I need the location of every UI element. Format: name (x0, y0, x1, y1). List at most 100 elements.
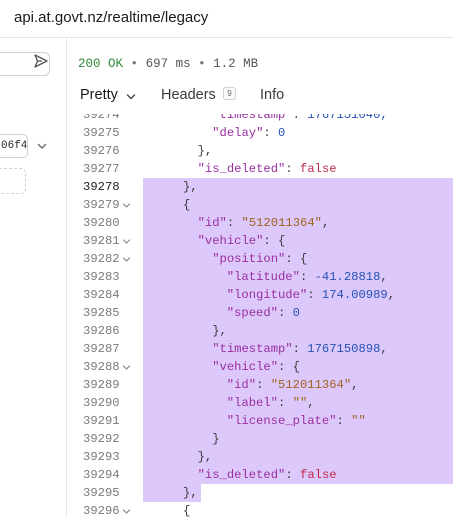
json-punctuation: , (380, 342, 388, 356)
chevron-down-icon[interactable] (126, 92, 136, 102)
fold-chevron-icon[interactable] (122, 507, 131, 516)
send-arrow-icon[interactable] (33, 53, 49, 69)
code-line[interactable]: 39289 "id": "512011364", (67, 376, 453, 394)
code-line[interactable]: 39278}, (67, 178, 453, 196)
code-text: "license_plate": "" (227, 412, 366, 430)
tab-info[interactable]: Info (260, 87, 284, 103)
code-line[interactable]: 39290 "label": "", (67, 394, 453, 412)
json-string: "" (292, 396, 308, 410)
status-code: 200 OK (78, 57, 124, 71)
code-line[interactable]: 39288 "vehicle": { (67, 358, 453, 376)
request-url[interactable]: api.at.govt.nz/realtime/legacy (14, 9, 208, 26)
line-number: 39278 (83, 180, 120, 194)
json-punctuation: : (299, 270, 315, 284)
json-punctuation: : (307, 288, 322, 302)
line-number: 39276 (83, 144, 120, 158)
json-number: 1767150898 (307, 342, 381, 356)
selection-highlight (143, 232, 453, 250)
code-line[interactable]: 39276}, (67, 142, 453, 160)
line-number: 39296 (83, 504, 120, 518)
code-line[interactable]: 39282 "position": { (67, 250, 453, 268)
json-punctuation: , (307, 396, 315, 410)
code-text: "timestamp": 1767150898, (212, 340, 388, 358)
code-line[interactable]: 39295}, (67, 484, 453, 502)
json-punctuation: : (336, 414, 352, 428)
json-key: "speed" (226, 306, 278, 320)
fold-chevron-icon[interactable] (122, 237, 131, 246)
json-key: "delay" (212, 126, 264, 140)
response-body[interactable]: 39274 "timestamp": 1767151040, 39275 "delay… (67, 114, 453, 518)
json-punctuation: : (285, 162, 300, 176)
code-line[interactable]: 39284 "longitude": 174.00989, (67, 286, 453, 304)
code-line[interactable]: 39277 "is_deleted": false (67, 160, 453, 178)
json-key: "position" (212, 252, 286, 266)
json-punctuation: : { (285, 252, 308, 266)
code-line[interactable]: 39283 "latitude": -41.28818, (67, 268, 453, 286)
code-line[interactable]: 39293}, (67, 448, 453, 466)
code-text: "is_deleted": false (198, 466, 337, 484)
tab-pretty[interactable]: Pretty (80, 87, 118, 103)
status-separator: • (130, 57, 139, 71)
code-line[interactable]: 39285 "speed": 0 (67, 304, 453, 322)
code-line[interactable]: 39275 "delay": 0 (67, 124, 453, 142)
code-text: } (212, 430, 219, 448)
fold-chevron-icon[interactable] (122, 363, 131, 372)
json-punctuation: , (380, 270, 388, 284)
code-text: "delay": 0 (212, 124, 285, 142)
code-line[interactable]: 39281 "vehicle": { (67, 232, 453, 250)
fold-chevron-icon[interactable] (122, 201, 131, 210)
code-line[interactable]: 39292} (67, 430, 453, 448)
line-number: 39286 (83, 324, 120, 338)
code-text: "longitude": 174.00989, (227, 286, 395, 304)
line-number: 39290 (83, 396, 120, 410)
code-line[interactable]: 39286}, (67, 322, 453, 340)
line-number: 39281 (83, 234, 120, 248)
json-punctuation: }, (183, 180, 198, 194)
line-number: 39287 (83, 342, 120, 356)
json-number: 174.00989 (321, 288, 388, 302)
headers-count-badge: 9 (223, 87, 236, 100)
json-key: "vehicle" (197, 234, 264, 248)
code-line[interactable]: 39294 "is_deleted": false (67, 466, 453, 484)
response-tabs: Pretty Headers 9 Info (67, 84, 453, 114)
line-number: 39275 (83, 126, 120, 140)
code-text: "vehicle": { (198, 232, 286, 250)
json-number: -41.28818 (314, 270, 381, 284)
line-number: 39283 (83, 270, 120, 284)
code-text: "latitude": -41.28818, (227, 268, 388, 286)
code-text: }, (198, 142, 213, 160)
code-text: { (183, 196, 190, 214)
line-number: 39288 (83, 360, 120, 374)
response-size: 1.2 MB (213, 57, 259, 71)
code-line[interactable]: 39287 "timestamp": 1767150898, (67, 340, 453, 358)
json-punctuation: : (256, 378, 271, 392)
code-text: { (183, 502, 190, 518)
json-key: "timestamp" (212, 114, 293, 122)
code-text: }, (212, 322, 227, 340)
code-text: "position": { (212, 250, 307, 268)
json-punctuation: : { (278, 360, 300, 374)
tab-headers[interactable]: Headers (161, 87, 216, 103)
code-text: "is_deleted": false (198, 160, 337, 178)
code-line[interactable]: 39291 "license_plate": "" (67, 412, 453, 430)
url-bar: api.at.govt.nz/realtime/legacy (0, 0, 453, 38)
json-key: "longitude" (226, 288, 308, 302)
json-punctuation: : { (263, 234, 286, 248)
json-punctuation: : (278, 396, 293, 410)
code-text: }, (183, 484, 198, 502)
empty-placeholder[interactable] (0, 168, 26, 194)
fold-chevron-icon[interactable] (122, 255, 131, 264)
code-line[interactable]: 39274 "timestamp": 1767151040, (67, 114, 453, 124)
code-line[interactable]: 39280 "id": "512011364", (67, 214, 453, 232)
json-punctuation: }, (197, 450, 213, 464)
selection-highlight (143, 322, 453, 340)
code-line[interactable]: 39279 { (67, 196, 453, 214)
status-separator: • (198, 57, 206, 71)
app-window: api.at.govt.nz/realtime/legacy 06f4 200 … (0, 0, 453, 518)
request-id-chip[interactable]: 06f4 (0, 134, 28, 158)
json-punctuation: }, (183, 486, 198, 500)
json-punctuation: } (212, 432, 220, 446)
chevron-down-icon[interactable] (36, 140, 48, 152)
code-line[interactable]: 39296 { (67, 502, 453, 518)
json-key: "is_deleted" (197, 468, 286, 482)
